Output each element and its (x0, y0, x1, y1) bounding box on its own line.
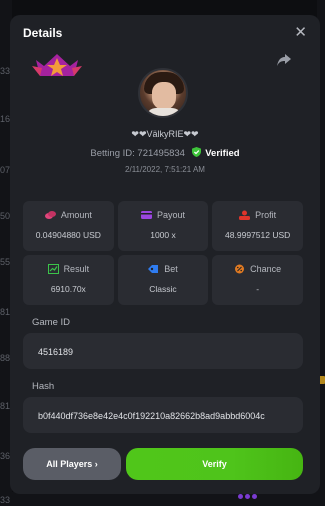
betting-id-value: 721495834 (137, 148, 185, 159)
stat-value: 0.04904880 USD (35, 230, 101, 240)
stat-value: 6910.70x (50, 284, 86, 294)
background-digit: 07 (0, 165, 11, 175)
stat-profit: Profit 48.9997512 USD (212, 201, 303, 251)
stat-label: Payout (156, 210, 185, 220)
close-icon[interactable]: ✕ (294, 24, 307, 42)
share-icon[interactable] (276, 53, 292, 67)
tag-icon (148, 265, 159, 273)
modal-title: Details (23, 26, 63, 40)
all-players-button[interactable]: All Players › (23, 448, 121, 480)
background-digit: 16 (0, 114, 11, 124)
background-digit: 88 (0, 353, 11, 363)
vip-badge-icon (32, 54, 82, 76)
stat-value: Classic (149, 284, 177, 294)
background-digit: 55 (0, 257, 11, 267)
verify-button[interactable]: Verify (126, 448, 303, 480)
background-digit: 81 (0, 307, 11, 317)
wallet-icon (140, 211, 152, 219)
stat-label: Chance (250, 264, 282, 274)
betting-id-line: Betting ID: 721495834 Verified (10, 147, 320, 159)
stats-grid: Amount 0.04904880 USD Payout 1000 x Prof… (23, 201, 303, 305)
stat-value: 1000 x (150, 230, 176, 240)
stat-amount: Amount 0.04904880 USD (23, 201, 114, 251)
chart-icon (47, 264, 59, 274)
stat-label: Bet (164, 264, 178, 274)
stat-bet: Bet Classic (117, 255, 209, 305)
bet-date: 2/11/2022, 7:51:21 AM (125, 165, 205, 174)
background-digit: 36 (0, 451, 11, 461)
background-digit: 81 (0, 401, 11, 411)
stat-label: Result (63, 264, 90, 274)
game-id-field[interactable]: 4516189 (23, 333, 303, 369)
hash-field[interactable]: b0f440df736e8e42e4c0f192210a82662b8ad9ab… (23, 397, 303, 433)
verified-label: Verified (205, 148, 240, 159)
betting-id-label: Betting ID: (90, 148, 135, 159)
details-modal: Details ✕ ❤❤VälkyRIE❤❤ Betting ID: 72149… (10, 15, 320, 494)
stat-result: Result 6910.70x (23, 255, 114, 305)
stat-value: - (256, 284, 260, 294)
background-bottom-strip (0, 492, 325, 506)
background-digit: 33 (0, 495, 11, 505)
stat-chance: Chance - (212, 255, 303, 305)
stat-label: Amount (60, 210, 92, 220)
background-digit: 50 (0, 211, 11, 221)
coins-icon (44, 211, 56, 219)
player-username: ❤❤VälkyRIE❤❤ (131, 129, 199, 139)
background-digit: 33 (0, 66, 11, 76)
modal-header: Details ✕ (10, 15, 320, 55)
profit-icon (239, 210, 251, 220)
background-purple-dots (238, 494, 262, 500)
game-id-label: Game ID (32, 317, 71, 328)
avatar (138, 68, 188, 118)
hash-label: Hash (32, 381, 55, 392)
stat-payout: Payout 1000 x (117, 201, 209, 251)
verified-shield-icon (191, 147, 201, 157)
stat-value: 48.9997512 USD (225, 230, 291, 240)
stat-label: Profit (255, 210, 277, 220)
chance-icon (235, 264, 245, 274)
